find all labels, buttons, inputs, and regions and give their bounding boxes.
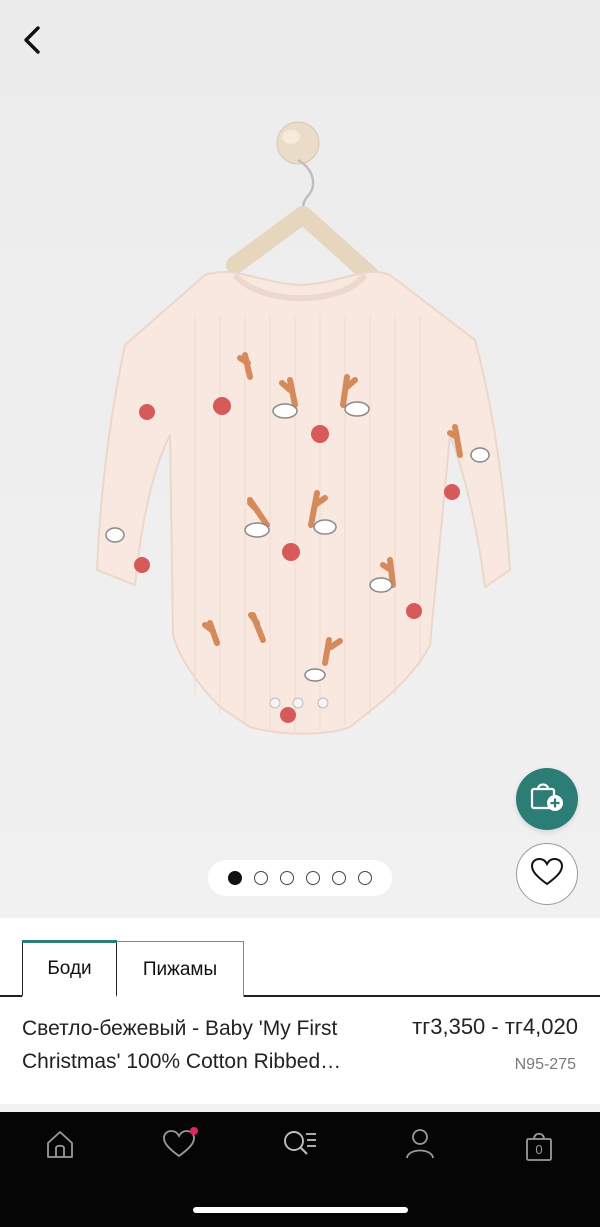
nav-favorites[interactable] (159, 1126, 199, 1166)
product-photo (95, 121, 512, 735)
pagination-dot-3[interactable] (280, 871, 294, 885)
tab-label: Пижамы (142, 958, 218, 980)
add-to-favorites-button[interactable] (516, 843, 578, 905)
nav-cart[interactable]: 0 (519, 1126, 559, 1166)
chevron-left-icon (19, 25, 45, 59)
bag-plus-icon (529, 781, 565, 817)
pagination-dot-6[interactable] (358, 871, 372, 885)
nav-home[interactable] (40, 1126, 80, 1166)
tab-pajamas[interactable]: Пижамы (116, 941, 244, 997)
pagination-dot-4[interactable] (306, 871, 320, 885)
nav-catalog[interactable] (280, 1126, 320, 1166)
add-to-bag-button[interactable] (516, 768, 578, 830)
tab-label: Боди (47, 957, 92, 979)
bag-icon: 0 (525, 1131, 553, 1161)
search-menu-icon (282, 1129, 318, 1163)
product-price: тг3,350 - тг4,020 (412, 1014, 578, 1039)
pagination-dot-5[interactable] (332, 871, 346, 885)
pagination-dot-2[interactable] (254, 871, 268, 885)
user-icon (405, 1128, 435, 1164)
notification-dot (190, 1127, 198, 1135)
heart-icon (530, 857, 564, 891)
product-title: Светло-бежевый - Baby 'My First Christma… (22, 1017, 338, 1073)
pagination-dot-1[interactable] (228, 871, 242, 885)
back-button[interactable] (12, 22, 52, 62)
heart-icon (162, 1127, 198, 1163)
home-icon (45, 1129, 75, 1163)
gallery-pagination[interactable] (208, 860, 392, 896)
product-sku: N95-275 (514, 1056, 576, 1073)
nav-profile[interactable] (400, 1126, 440, 1166)
cart-count: 0 (535, 1142, 543, 1157)
section-divider (0, 1104, 600, 1112)
tab-bodysuits[interactable]: Боди (22, 940, 117, 997)
product-image-gallery[interactable] (0, 0, 600, 918)
home-indicator (193, 1207, 408, 1213)
